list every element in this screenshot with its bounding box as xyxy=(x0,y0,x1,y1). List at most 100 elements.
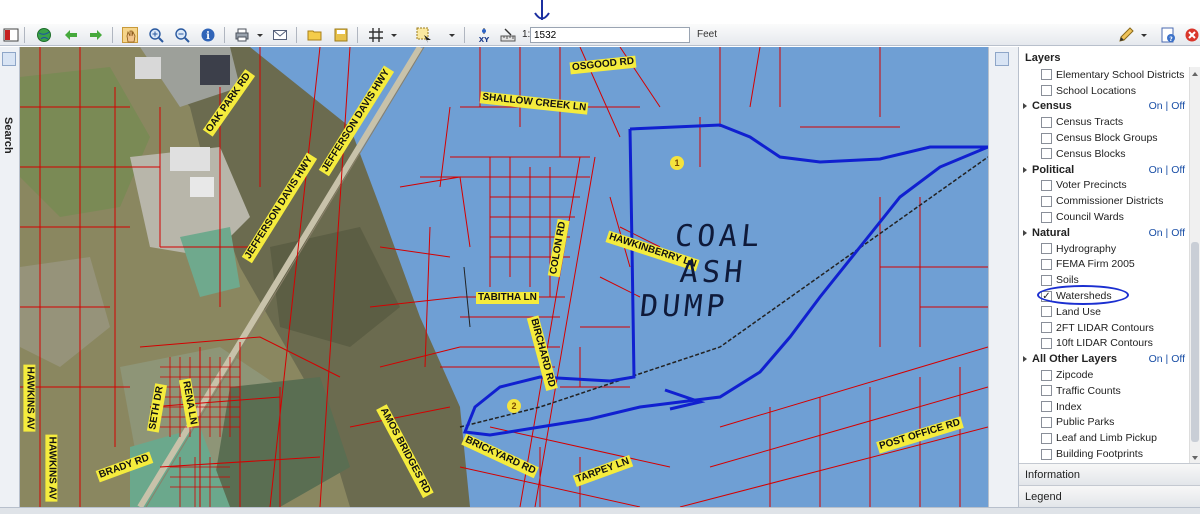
layer-item[interactable]: Council Wards xyxy=(1019,209,1189,225)
svg-text:i: i xyxy=(206,31,210,42)
off-link[interactable]: Off xyxy=(1171,227,1185,239)
layer-item[interactable]: Public Parks xyxy=(1019,415,1189,431)
expand-search-icon[interactable] xyxy=(2,52,16,66)
layer-group[interactable]: All Other Layers On | Off xyxy=(1019,351,1189,367)
layer-item[interactable]: Leaf and Limb Pickup xyxy=(1019,430,1189,446)
layer-group[interactable]: Census On | Off xyxy=(1019,99,1189,115)
layer-checkbox[interactable] xyxy=(1041,401,1052,413)
help-icon[interactable]: ? xyxy=(1160,27,1176,43)
off-link[interactable]: Off xyxy=(1171,164,1185,176)
off-link[interactable]: Off xyxy=(1171,100,1185,112)
layer-checkbox[interactable] xyxy=(1041,116,1052,128)
layer-checkbox[interactable] xyxy=(1041,179,1052,191)
expand-triangle-icon[interactable] xyxy=(1023,103,1027,110)
layer-item[interactable]: Elementary School Districts xyxy=(1019,67,1189,83)
layer-checkbox[interactable] xyxy=(1041,337,1052,349)
chevron-down-icon[interactable] xyxy=(252,27,263,43)
measure-icon[interactable] xyxy=(500,27,516,43)
layer-list: Elementary School Districts School Locati… xyxy=(1019,67,1189,463)
layer-checkbox[interactable] xyxy=(1041,385,1052,397)
layer-item[interactable]: Hydrography xyxy=(1019,241,1189,257)
layer-group[interactable]: Natural On | Off xyxy=(1019,225,1189,241)
print-icon[interactable] xyxy=(234,27,250,43)
layer-item[interactable]: Zipcode xyxy=(1019,367,1189,383)
expand-triangle-icon[interactable] xyxy=(1023,166,1027,173)
forward-arrow-icon[interactable] xyxy=(88,27,104,43)
zoom-out-icon[interactable] xyxy=(174,27,190,43)
select-icon[interactable] xyxy=(416,27,432,43)
globe-icon[interactable] xyxy=(36,27,52,43)
layer-item[interactable]: Index xyxy=(1019,399,1189,415)
divider: | xyxy=(1162,100,1172,113)
layer-item[interactable]: Land Use xyxy=(1019,304,1189,320)
layer-checkbox[interactable] xyxy=(1041,243,1052,255)
layer-label: FEMA Firm 2005 xyxy=(1056,258,1135,271)
layer-group[interactable]: Political On | Off xyxy=(1019,162,1189,178)
layer-checkbox[interactable] xyxy=(1041,322,1052,334)
layers-scrollbar[interactable] xyxy=(1189,67,1200,463)
search-panel-collapsed[interactable]: Search xyxy=(0,47,20,507)
email-icon[interactable] xyxy=(272,27,288,43)
pencil-icon[interactable] xyxy=(1118,27,1134,43)
layer-item[interactable]: Census Blocks xyxy=(1019,146,1189,162)
expand-triangle-icon[interactable] xyxy=(1023,229,1027,236)
zoom-in-icon[interactable] xyxy=(148,27,164,43)
grid-icon[interactable] xyxy=(368,27,384,43)
layer-checkbox[interactable] xyxy=(1041,432,1052,444)
on-link[interactable]: On xyxy=(1149,227,1163,239)
on-link[interactable]: On xyxy=(1149,164,1163,176)
layer-checkbox[interactable] xyxy=(1041,132,1052,144)
info-icon[interactable]: i xyxy=(200,27,216,43)
layer-item[interactable]: Traffic Counts xyxy=(1019,383,1189,399)
panel-toggle-strip[interactable] xyxy=(988,47,1018,507)
layer-checkbox[interactable] xyxy=(1041,258,1052,270)
on-link[interactable]: On xyxy=(1149,353,1163,365)
folder-open-icon[interactable] xyxy=(307,27,323,43)
layer-checkbox[interactable] xyxy=(1041,69,1052,81)
off-link[interactable]: Off xyxy=(1171,353,1185,365)
back-arrow-icon[interactable] xyxy=(63,27,79,43)
layer-item[interactable]: 10ft LIDAR Contours xyxy=(1019,336,1189,352)
save-icon[interactable] xyxy=(333,27,349,43)
layer-item[interactable]: 2FT LIDAR Contours xyxy=(1019,320,1189,336)
layer-checkbox[interactable] xyxy=(1041,148,1052,160)
layer-item[interactable]: Census Tracts xyxy=(1019,114,1189,130)
layer-checkbox[interactable] xyxy=(1041,274,1052,286)
layer-item[interactable]: FEMA Firm 2005 xyxy=(1019,257,1189,273)
pan-hand-icon[interactable] xyxy=(122,27,138,43)
layer-checkbox[interactable] xyxy=(1041,85,1052,97)
layer-item[interactable]: Soils xyxy=(1019,272,1189,288)
layer-item[interactable]: Building Footprints xyxy=(1019,446,1189,462)
layer-checkbox[interactable] xyxy=(1041,369,1052,381)
chevron-down-icon[interactable] xyxy=(444,27,455,43)
scale-input[interactable] xyxy=(530,27,690,43)
legend-section[interactable]: Legend xyxy=(1019,485,1200,507)
layout-icon[interactable] xyxy=(3,27,19,43)
scroll-thumb[interactable] xyxy=(1191,242,1199,442)
close-icon[interactable] xyxy=(1184,27,1200,43)
parcel-marker[interactable]: 1 xyxy=(670,156,684,170)
layer-item[interactable]: Census Block Groups xyxy=(1019,130,1189,146)
map-canvas[interactable] xyxy=(20,47,988,507)
layer-checkbox[interactable]: ✓ xyxy=(1041,290,1052,302)
layer-checkbox[interactable] xyxy=(1041,416,1052,428)
map-view[interactable]: OSGOOD RD SHALLOW CREEK LN OAK PARK RD J… xyxy=(20,47,988,507)
layer-checkbox[interactable] xyxy=(1041,195,1052,207)
layer-item[interactable]: Voter Precincts xyxy=(1019,178,1189,194)
layer-item[interactable]: Commissioner Districts xyxy=(1019,193,1189,209)
xy-icon[interactable]: XY xyxy=(476,27,492,43)
expand-triangle-icon[interactable] xyxy=(1023,356,1027,363)
on-link[interactable]: On xyxy=(1149,100,1163,112)
chevron-down-icon[interactable] xyxy=(1136,27,1147,43)
layer-checkbox[interactable] xyxy=(1041,448,1052,460)
layer-checkbox[interactable] xyxy=(1041,306,1052,318)
information-section[interactable]: Information xyxy=(1019,463,1200,485)
chevron-down-icon[interactable] xyxy=(386,27,397,43)
scroll-up-icon[interactable] xyxy=(1191,69,1199,77)
expand-panel-icon[interactable] xyxy=(995,52,1009,66)
layer-checkbox[interactable] xyxy=(1041,211,1052,223)
layer-item[interactable]: School Locations xyxy=(1019,83,1189,99)
parcel-marker[interactable]: 2 xyxy=(507,399,521,413)
layer-item[interactable]: ✓ Watersheds xyxy=(1019,285,1189,306)
scroll-down-icon[interactable] xyxy=(1191,453,1199,461)
